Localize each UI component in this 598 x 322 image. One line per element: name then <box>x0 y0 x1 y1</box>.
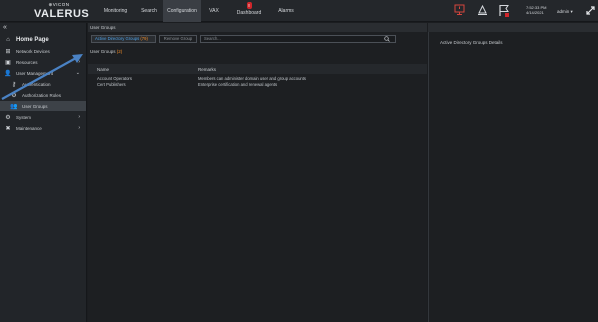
panel-divider <box>428 32 429 322</box>
toolbar: Active Directory Groups (79) Remove Grou… <box>88 32 427 46</box>
network-icon: ⊞ <box>5 48 11 55</box>
expand-icon[interactable] <box>585 5 596 16</box>
sidebar-item-label: Network Devices <box>16 48 50 54</box>
nav-monitoring[interactable]: Monitoring <box>96 0 135 22</box>
collapse-sidebar-icon[interactable]: « <box>3 24 7 31</box>
sidebar-item-label: Maintenance <box>16 125 42 131</box>
tools-icon: ✖ <box>5 125 11 132</box>
user-groups-title-text: User Groups <box>90 49 116 54</box>
nav-alarms-label: Alarms <box>278 8 294 14</box>
sidebar-item-label: Authorization Roles <box>22 92 62 98</box>
nav-alarms[interactable]: Alarms <box>271 0 301 22</box>
notification-icon[interactable] <box>477 4 488 16</box>
remove-group-button[interactable]: Remove Group <box>159 35 197 43</box>
nav-vax[interactable]: VAX <box>201 0 227 22</box>
sidebar-item-label: User Management <box>16 70 54 76</box>
chevron-down-icon: ⌄ <box>75 70 80 76</box>
search-placeholder: Search... <box>204 36 221 41</box>
chevron-right-icon: › <box>78 59 80 65</box>
clock-date: 4/14/2021 <box>526 10 544 15</box>
clock: 7:52:33 PM 4/14/2021 <box>526 5 546 15</box>
row-remarks: Enterprise certification and renewal age… <box>198 81 278 87</box>
details-panel: Active Directory Groups Details <box>428 32 598 322</box>
resources-icon: ▣ <box>5 59 11 66</box>
sidebar-item-label: User Groups <box>22 103 48 109</box>
sidebar-item-maintenance[interactable]: ✖ Maintenance › <box>0 123 86 133</box>
sidebar-item-system[interactable]: ⚙ System › <box>0 112 86 122</box>
column-remarks[interactable]: Remarks <box>198 67 216 72</box>
sidebar-item-label: System <box>16 114 32 120</box>
users-icon: 👥 <box>10 103 18 110</box>
tab-count: (79) <box>140 36 148 41</box>
nav-search-label: Search <box>141 8 157 14</box>
sidebar-item-authentication[interactable]: ⚷ Authentication <box>0 79 86 89</box>
dashboard-alert-badge: ! <box>246 2 252 9</box>
key-icon: ⚷ <box>11 81 17 88</box>
sidebar-item-label: Resources <box>16 59 38 65</box>
user-icon: 👤 <box>4 70 12 77</box>
gear-icon: ⚙ <box>5 114 11 121</box>
main-nav: Monitoring Search Configuration VAX ! Da… <box>96 0 301 22</box>
sidebar: « ⌂ Home Page ⊞ Network Devices ▣ Resour… <box>0 23 87 322</box>
gear-icon: ⚙ <box>11 92 17 99</box>
logo-valerus-text: VALERUS <box>34 8 90 20</box>
user-groups-title: User Groups (2) <box>90 49 122 54</box>
breadcrumb: User Groups <box>88 23 427 32</box>
nav-dashboard[interactable]: ! Dashboard <box>227 0 271 22</box>
tab-active-directory-groups[interactable]: Active Directory Groups (79) <box>91 35 156 43</box>
sidebar-item-label: Home Page <box>16 37 49 43</box>
nav-dashboard-label: Dashboard <box>236 10 262 16</box>
monitor-alert-icon[interactable] <box>454 4 465 16</box>
column-name[interactable]: Name <box>97 67 109 72</box>
table-row[interactable]: Cert Publishers Enterprise certification… <box>88 82 427 88</box>
main-panel: Active Directory Groups (79) Remove Grou… <box>88 32 427 322</box>
nav-vax-label: VAX <box>209 8 219 14</box>
user-groups-count: (2) <box>116 49 123 54</box>
top-bar: ⊕VICON VALERUS Monitoring Search Configu… <box>0 0 598 22</box>
nav-monitoring-label: Monitoring <box>103 8 128 14</box>
sidebar-item-label: Authentication <box>22 81 51 87</box>
nav-search[interactable]: Search <box>135 0 163 22</box>
sidebar-item-home-page[interactable]: ⌂ Home Page <box>0 35 86 45</box>
sidebar-item-authorization-roles[interactable]: ⚙ Authorization Roles <box>0 90 86 100</box>
details-header-bar <box>428 23 598 32</box>
sidebar-item-user-management[interactable]: 👤 User Management ⌄ <box>0 68 86 78</box>
sidebar-item-user-groups[interactable]: 👥 User Groups <box>0 101 86 111</box>
search-icon[interactable] <box>384 36 390 42</box>
user-groups-table: Name Remarks Account Operators Members c… <box>88 64 427 87</box>
tab-label: Active Directory Groups <box>95 36 140 41</box>
details-title: Active Directory Groups Details <box>440 40 503 45</box>
flag-icon[interactable] <box>498 4 510 18</box>
nav-configuration-label: Configuration <box>167 8 197 14</box>
nav-configuration[interactable]: Configuration <box>163 0 201 22</box>
user-menu[interactable]: admin ▾ <box>557 9 573 15</box>
sidebar-item-resources[interactable]: ▣ Resources › <box>0 57 86 67</box>
chevron-right-icon: › <box>78 125 80 131</box>
sidebar-item-network-devices[interactable]: ⊞ Network Devices <box>0 46 86 56</box>
search-input[interactable]: Search... <box>200 35 396 43</box>
chevron-right-icon: › <box>78 114 80 120</box>
row-name: Cert Publishers <box>97 81 126 87</box>
home-icon: ⌂ <box>6 37 10 43</box>
table-header: Name Remarks <box>88 64 427 74</box>
valerus-logo[interactable]: ⊕VICON VALERUS <box>34 2 90 20</box>
